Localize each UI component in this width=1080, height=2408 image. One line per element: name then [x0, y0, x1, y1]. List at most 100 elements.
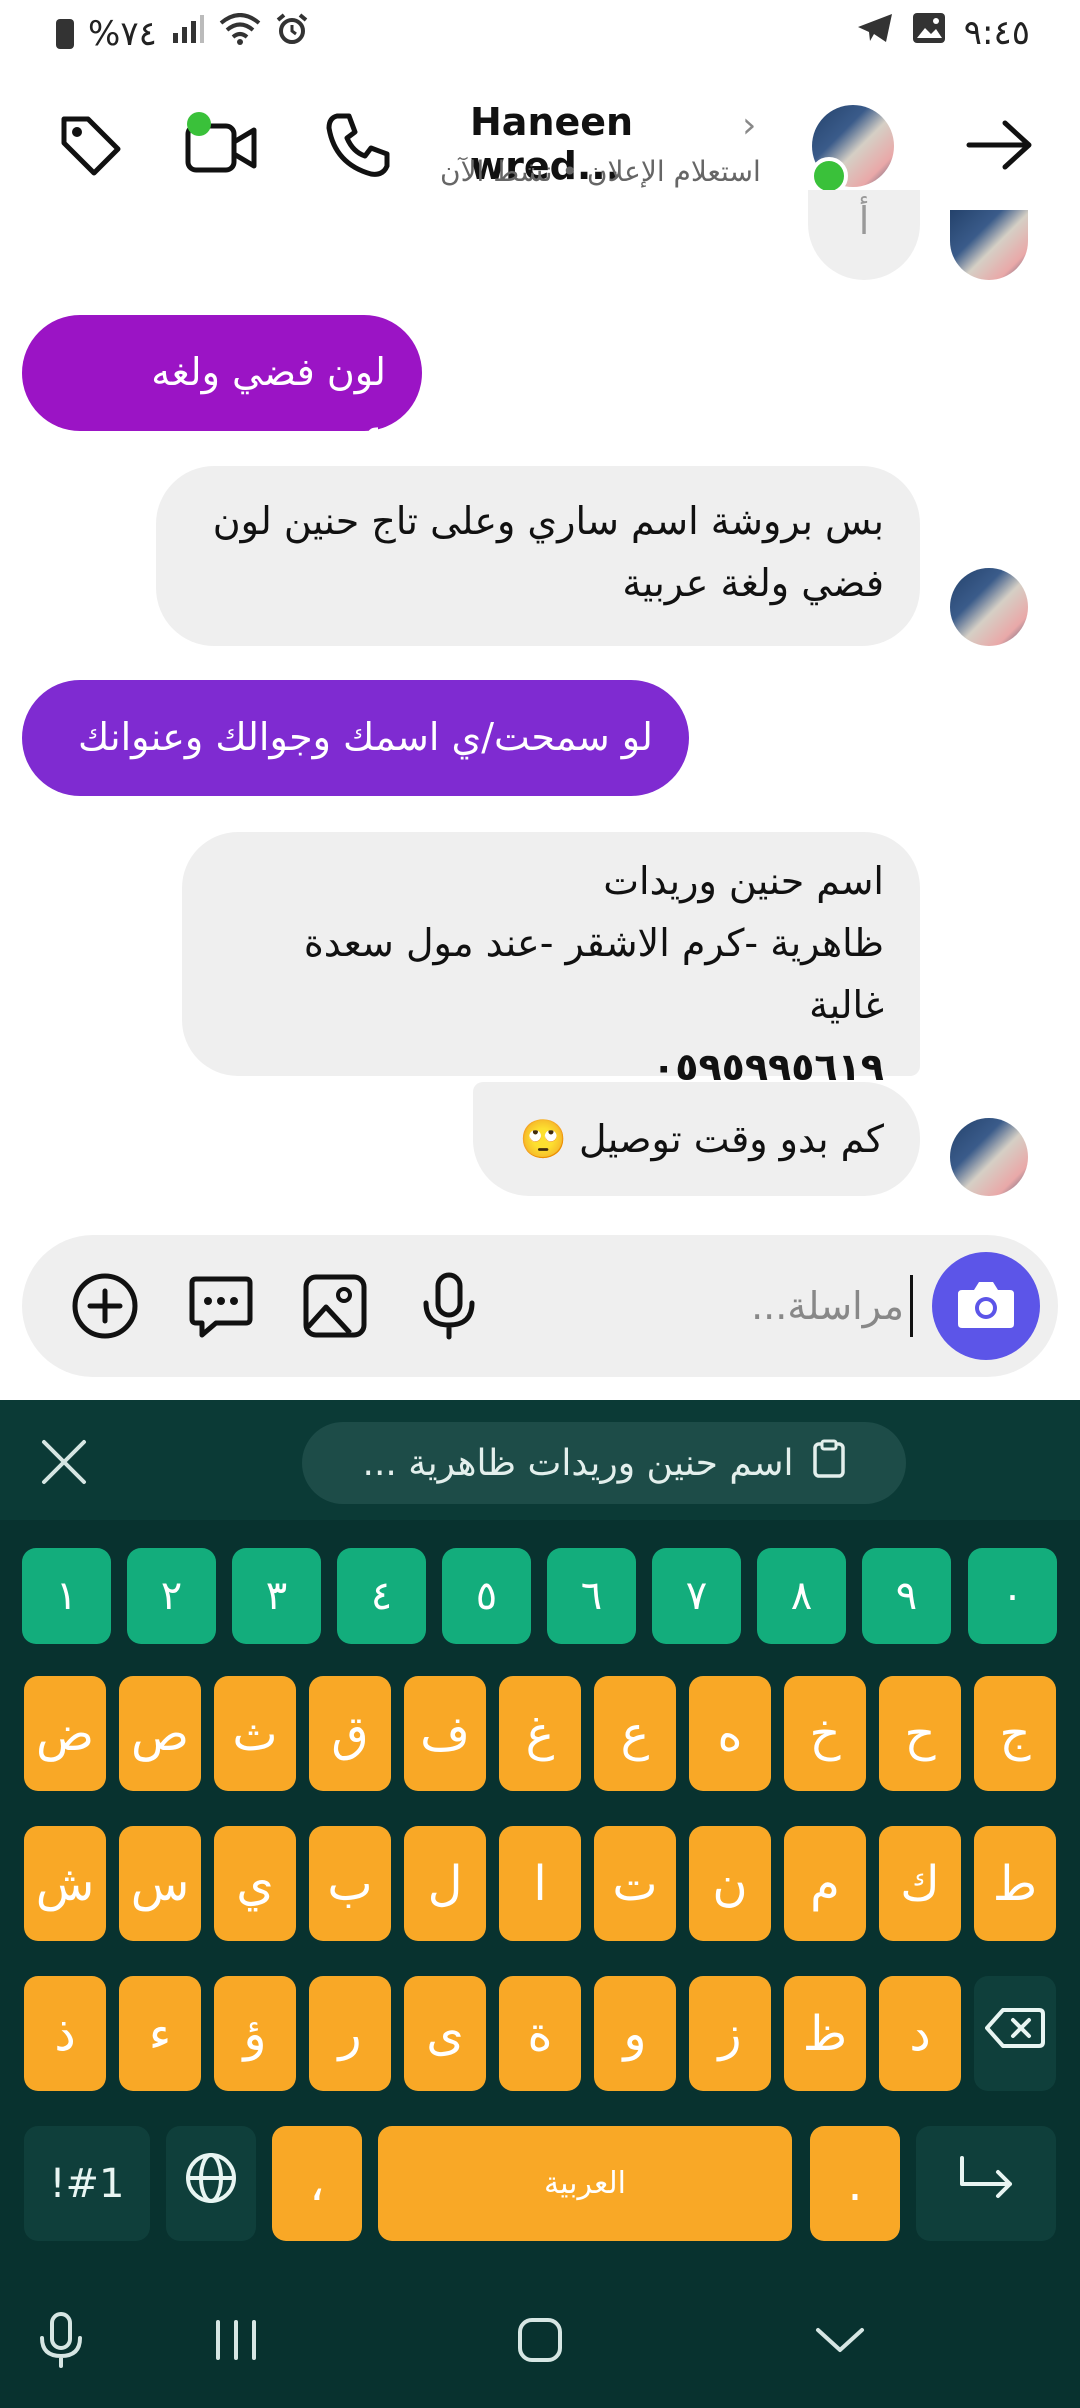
message-input[interactable]: مراسلة...: [582, 1273, 904, 1339]
key-letter[interactable]: ظ: [784, 1976, 866, 2091]
key-letter[interactable]: ة: [499, 1976, 581, 2091]
key-letter[interactable]: ا: [499, 1826, 581, 1941]
key-letter[interactable]: ث: [214, 1676, 296, 1791]
clock: ٩:٤٥: [963, 12, 1030, 53]
key-letter[interactable]: ق: [309, 1676, 391, 1791]
key-letter[interactable]: ط: [974, 1826, 1056, 1941]
enter-key[interactable]: [916, 2126, 1056, 2241]
enter-icon: [954, 2152, 1018, 2216]
key-2[interactable]: ٢: [127, 1548, 216, 1644]
key-6[interactable]: ٦: [547, 1548, 636, 1644]
key-letter[interactable]: ص: [119, 1676, 201, 1791]
key-letter[interactable]: ر: [309, 1976, 391, 2091]
key-letter[interactable]: ب: [309, 1826, 391, 1941]
key-letter[interactable]: ن: [689, 1826, 771, 1941]
clipboard-suggestion[interactable]: اسم حنين وريدات ظاهرية ...: [302, 1422, 906, 1504]
clipboard-suggestion-bar: اسم حنين وريدات ظاهرية ...: [0, 1400, 1080, 1520]
plus-icon[interactable]: [70, 1271, 140, 1341]
message-bubble-incoming[interactable]: اسم حنين وريدات ظاهرية -كرم الاشقر -عند …: [182, 832, 920, 1089]
clipboard-icon: [812, 1439, 846, 1488]
space-key[interactable]: العربية: [378, 2126, 792, 2241]
signal-icon: [171, 14, 205, 54]
key-letter[interactable]: ف: [404, 1676, 486, 1791]
message-composer: مراسلة...: [22, 1235, 1058, 1377]
message-bubble-incoming[interactable]: كم بدو وقت توصيل 🙄: [473, 1082, 920, 1196]
key-8[interactable]: ٨: [757, 1548, 846, 1644]
chevron-right-icon[interactable]: ›: [742, 105, 756, 146]
key-letter[interactable]: ش: [24, 1826, 106, 1941]
comma-key[interactable]: ،: [272, 2126, 362, 2241]
keyboard: اسم حنين وريدات ظاهرية ... ١ ٢ ٣ ٤ ٥ ٦ ٧…: [0, 1400, 1080, 2408]
voice-input-icon[interactable]: [34, 2310, 88, 2370]
sender-avatar[interactable]: [950, 210, 1028, 280]
key-letter[interactable]: ز: [689, 1976, 771, 2091]
globe-icon: [184, 2151, 238, 2217]
sender-avatar[interactable]: [950, 568, 1028, 646]
backspace-key[interactable]: [974, 1976, 1056, 2091]
video-call-icon[interactable]: [180, 105, 260, 185]
key-3[interactable]: ٣: [232, 1548, 321, 1644]
message-text: أ: [858, 199, 870, 243]
key-9[interactable]: ٩: [862, 1548, 951, 1644]
key-7[interactable]: ٧: [652, 1548, 741, 1644]
key-1[interactable]: ١: [22, 1548, 111, 1644]
key-letter[interactable]: ي: [214, 1826, 296, 1941]
alarm-icon: [275, 12, 309, 55]
camera-icon: [956, 1278, 1016, 1334]
tag-icon[interactable]: [50, 105, 130, 185]
clipboard-text: اسم حنين وريدات ظاهرية ...: [362, 1442, 794, 1484]
sender-avatar[interactable]: [950, 1118, 1028, 1196]
message-bubble-incoming[interactable]: بس بروشة اسم ساري وعلى تاج حنين لون فضي …: [156, 466, 920, 646]
close-icon[interactable]: [36, 1434, 92, 1490]
message-input-placeholder: مراسلة...: [751, 1284, 904, 1328]
key-letter[interactable]: و: [594, 1976, 676, 2091]
language-key[interactable]: [166, 2126, 256, 2241]
key-0[interactable]: ٠: [968, 1548, 1057, 1644]
key-letter[interactable]: ؤ: [214, 1976, 296, 2091]
contact-status: استعلام الإعلان • نشط الآن: [440, 155, 761, 188]
key-letter[interactable]: ذ: [24, 1976, 106, 2091]
battery-icon: [56, 18, 74, 49]
key-letter[interactable]: ض: [24, 1676, 106, 1791]
message-bubble-outgoing[interactable]: لو سمحت/ي اسمك وجوالك وعنوانك: [22, 680, 689, 796]
hide-keyboard-icon[interactable]: [812, 2320, 868, 2360]
backspace-icon: [985, 2006, 1045, 2062]
key-letter[interactable]: ح: [879, 1676, 961, 1791]
message-text: بس بروشة اسم ساري وعلى تاج حنين لون فضي …: [212, 499, 884, 605]
key-letter[interactable]: ى: [404, 1976, 486, 2091]
back-arrow-icon[interactable]: [960, 105, 1040, 185]
camera-button[interactable]: [932, 1252, 1040, 1360]
image-icon[interactable]: [300, 1271, 370, 1341]
recents-icon[interactable]: [208, 2316, 264, 2364]
message-text: لو سمحت/ي اسمك وجوالك وعنوانك: [77, 715, 653, 759]
message-text: كم بدو وقت توصيل 🙄: [519, 1117, 884, 1161]
phone-icon[interactable]: [318, 105, 398, 185]
sticker-icon[interactable]: [186, 1271, 256, 1341]
gallery-icon: [912, 12, 946, 53]
navigation-bar: [0, 2280, 1080, 2408]
message-bubble-outgoing[interactable]: لون فضي ولغه عربيه: [22, 315, 422, 456]
period-key[interactable]: .: [810, 2126, 900, 2241]
key-5[interactable]: ٥: [442, 1548, 531, 1644]
message-bubble-incoming[interactable]: أ: [808, 190, 920, 280]
battery-percent: %٧٤: [88, 13, 157, 54]
home-icon[interactable]: [512, 2312, 568, 2368]
key-letter[interactable]: ك: [879, 1826, 961, 1941]
text-cursor: [910, 1275, 913, 1337]
key-letter[interactable]: ع: [594, 1676, 676, 1791]
key-letter[interactable]: م: [784, 1826, 866, 1941]
key-letter[interactable]: خ: [784, 1676, 866, 1791]
telegram-icon: [856, 12, 894, 53]
key-letter[interactable]: غ: [499, 1676, 581, 1791]
symbols-key[interactable]: !#1: [24, 2126, 150, 2241]
key-letter[interactable]: ج: [974, 1676, 1056, 1791]
key-letter[interactable]: ه: [689, 1676, 771, 1791]
key-4[interactable]: ٤: [337, 1548, 426, 1644]
key-letter[interactable]: د: [879, 1976, 961, 2091]
key-letter[interactable]: ل: [404, 1826, 486, 1941]
message-text: لون فضي ولغه عربيه: [151, 350, 386, 456]
key-letter[interactable]: ت: [594, 1826, 676, 1941]
key-letter[interactable]: ء: [119, 1976, 201, 2091]
key-letter[interactable]: س: [119, 1826, 201, 1941]
mic-icon[interactable]: [414, 1271, 484, 1341]
